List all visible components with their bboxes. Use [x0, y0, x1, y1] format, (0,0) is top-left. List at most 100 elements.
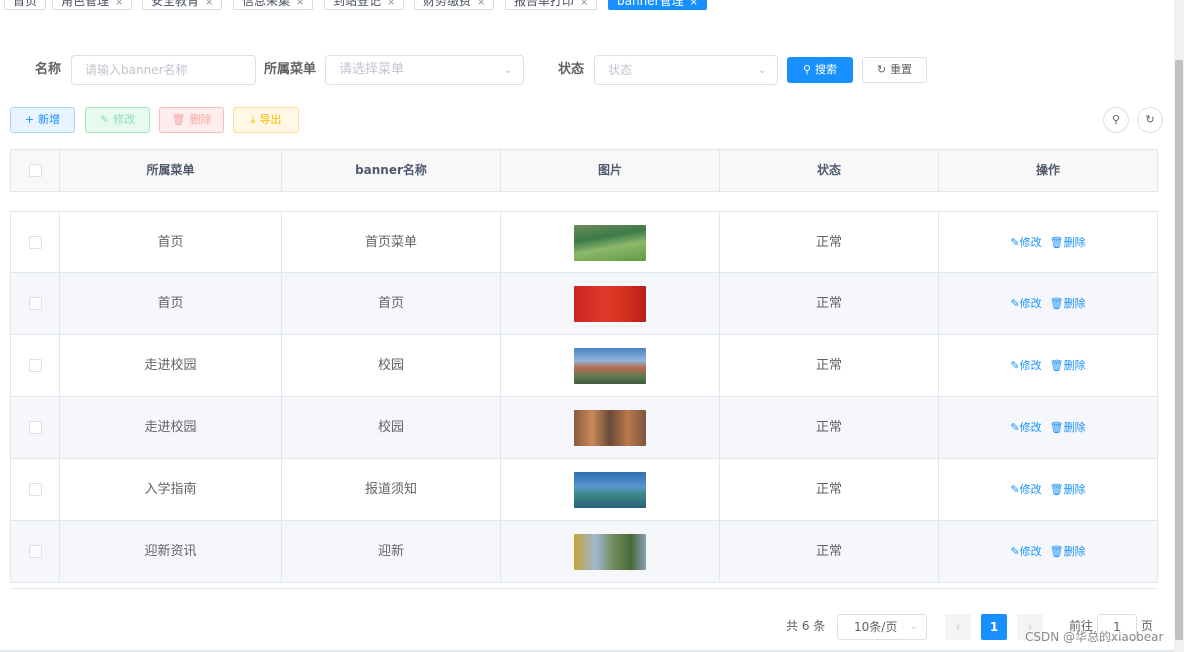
- column-header-banner-name[interactable]: banner名称: [282, 150, 501, 191]
- row-checkbox[interactable]: [28, 359, 42, 372]
- banner-name-cell: 校园: [282, 397, 501, 458]
- menu-label: 所属菜单: [264, 62, 317, 77]
- close-icon[interactable]: ×: [477, 0, 485, 8]
- status-select[interactable]: 状态 ⌄: [594, 55, 778, 85]
- tag-safety-education[interactable]: 安全教育 ×: [142, 0, 223, 10]
- banner-thumbnail[interactable]: [574, 409, 646, 446]
- close-icon[interactable]: ×: [387, 0, 395, 8]
- export-button[interactable]: ⤓ 导出: [233, 107, 299, 133]
- row-edit-label: 修改: [1019, 297, 1042, 310]
- row-delete-button[interactable]: 🗑删除: [1050, 297, 1086, 310]
- chevron-down-icon: ⌄: [503, 63, 513, 76]
- edit-button-label: 修改: [113, 113, 136, 126]
- tag-report-print[interactable]: 报告单打印 ×: [505, 0, 598, 10]
- table-row[interactable]: 入学指南 报道须知 正常 ✎修改 🗑删除: [10, 459, 1158, 521]
- prev-page-button[interactable]: ‹: [945, 614, 971, 640]
- table-row[interactable]: 首页 首页 正常 ✎修改 🗑删除: [10, 273, 1158, 335]
- add-button-label: 新增: [38, 113, 61, 126]
- delete-button[interactable]: 🗑 删除: [159, 107, 224, 133]
- tag-label: 信息采集: [242, 0, 291, 8]
- close-icon[interactable]: ×: [205, 0, 213, 8]
- table-row[interactable]: 迎新资讯 迎新 正常 ✎修改 🗑删除: [10, 521, 1158, 583]
- page-number-current[interactable]: 1: [981, 614, 1007, 640]
- menu-cell: 走进校园: [60, 397, 282, 458]
- edit-icon: ✎: [1010, 483, 1020, 496]
- tag-label: 报告单打印: [514, 0, 575, 8]
- row-edit-button[interactable]: ✎修改: [1010, 421, 1041, 434]
- row-checkbox[interactable]: [28, 421, 42, 434]
- banner-thumbnail[interactable]: [574, 471, 646, 508]
- refresh-table-button[interactable]: ↻: [1137, 107, 1163, 133]
- vertical-scrollbar[interactable]: [1174, 0, 1184, 652]
- edit-icon: ✎: [1010, 236, 1020, 249]
- tag-label: 角色管理: [61, 0, 110, 8]
- banner-name-cell: 校园: [282, 335, 501, 396]
- reset-button-label: 重置: [890, 63, 913, 76]
- row-select-cell: [11, 521, 60, 582]
- row-checkbox[interactable]: [28, 297, 42, 310]
- column-header-image[interactable]: 图片: [501, 150, 720, 191]
- tag-label: 财务缴费: [423, 0, 472, 8]
- row-edit-button[interactable]: ✎修改: [1010, 297, 1041, 310]
- status-select-placeholder: 状态: [608, 63, 633, 77]
- row-edit-button[interactable]: ✎修改: [1010, 483, 1041, 496]
- edit-button[interactable]: ✎ 修改: [85, 107, 150, 133]
- banner-name-cell: 首页菜单: [282, 212, 501, 273]
- scrollbar-thumb[interactable]: [1175, 60, 1183, 640]
- menu-cell: 入学指南: [60, 459, 282, 520]
- close-icon[interactable]: ×: [296, 0, 304, 8]
- select-all-checkbox[interactable]: [28, 164, 42, 177]
- row-edit-button[interactable]: ✎修改: [1010, 545, 1041, 558]
- search-icon: ⚲: [802, 63, 812, 76]
- table-row[interactable]: 走进校园 校园 正常 ✎修改 🗑删除: [10, 335, 1158, 397]
- row-edit-label: 修改: [1019, 421, 1042, 434]
- row-delete-label: 删除: [1063, 545, 1086, 558]
- tag-finance-payment[interactable]: 财务缴费 ×: [414, 0, 495, 10]
- banner-thumbnail[interactable]: [574, 347, 646, 384]
- row-edit-button[interactable]: ✎修改: [1010, 236, 1041, 249]
- download-icon: ⤓: [250, 113, 256, 126]
- row-edit-button[interactable]: ✎修改: [1010, 359, 1041, 372]
- row-delete-button[interactable]: 🗑删除: [1050, 359, 1086, 372]
- row-checkbox[interactable]: [28, 236, 42, 249]
- banner-thumbnail[interactable]: [574, 224, 646, 261]
- menu-cell: 首页: [60, 212, 282, 273]
- banner-name-input[interactable]: 请输入banner名称: [71, 55, 256, 85]
- search-button[interactable]: ⚲ 搜索: [787, 57, 853, 83]
- column-header-actions[interactable]: 操作: [939, 150, 1157, 191]
- actions-cell: ✎修改 🗑删除: [939, 212, 1157, 273]
- column-header-status[interactable]: 状态: [720, 150, 939, 191]
- row-delete-button[interactable]: 🗑删除: [1050, 545, 1086, 558]
- tag-home[interactable]: 首页: [4, 0, 47, 10]
- image-cell: [501, 273, 720, 334]
- menu-select[interactable]: 请选择菜单 ⌄: [325, 55, 524, 85]
- edit-icon: ✎: [1010, 359, 1020, 372]
- banner-name-cell: 迎新: [282, 521, 501, 582]
- plus-icon: +: [24, 113, 35, 126]
- add-button[interactable]: + 新增: [10, 107, 75, 133]
- refresh-icon: ↻: [876, 63, 887, 76]
- row-delete-button[interactable]: 🗑删除: [1050, 483, 1086, 496]
- banner-thumbnail[interactable]: [574, 285, 646, 322]
- tag-banner-management[interactable]: banner管理 ×: [608, 0, 707, 10]
- row-delete-button[interactable]: 🗑删除: [1050, 421, 1086, 434]
- close-icon[interactable]: ×: [690, 0, 698, 8]
- table-row[interactable]: 走进校园 校园 正常 ✎修改 🗑删除: [10, 397, 1158, 459]
- banner-thumbnail[interactable]: [574, 533, 646, 570]
- toggle-search-button[interactable]: ⚲: [1103, 107, 1129, 133]
- column-header-menu[interactable]: 所属菜单: [60, 150, 282, 191]
- row-delete-button[interactable]: 🗑删除: [1050, 236, 1086, 249]
- close-icon[interactable]: ×: [580, 0, 588, 8]
- row-checkbox[interactable]: [28, 545, 42, 558]
- close-icon[interactable]: ×: [115, 0, 123, 8]
- table-row[interactable]: 首页 首页菜单 正常 ✎修改 🗑删除: [10, 211, 1158, 273]
- page-size-select[interactable]: 10条/页 ⌄: [837, 614, 927, 640]
- tag-label: banner管理: [617, 0, 684, 8]
- tag-role-management[interactable]: 角色管理 ×: [52, 0, 133, 10]
- tag-info-collection[interactable]: 信息采集 ×: [233, 0, 314, 10]
- row-checkbox[interactable]: [28, 483, 42, 496]
- csdn-watermark: CSDN @华总的xiaobear: [1025, 630, 1164, 644]
- tag-arrival-registration[interactable]: 到站登记 ×: [324, 0, 405, 10]
- page-size-value: 10条/页: [854, 620, 898, 634]
- reset-button[interactable]: ↻ 重置: [862, 57, 927, 83]
